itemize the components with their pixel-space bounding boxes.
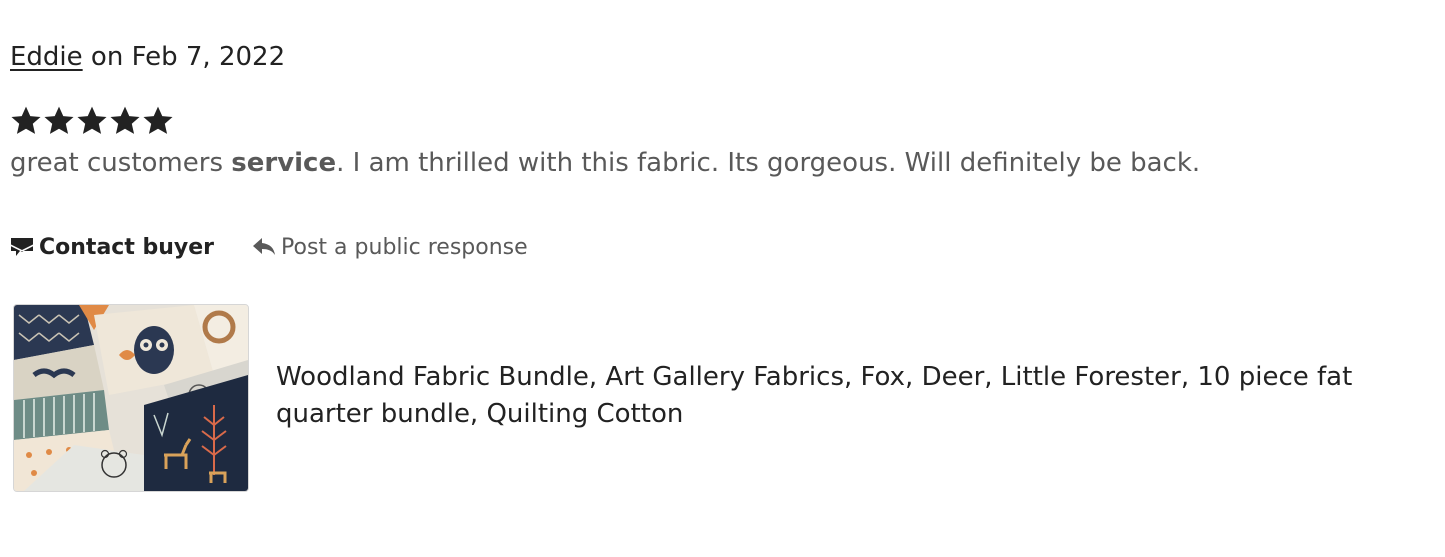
review-text-part: . I am thrilled with this fabric. Its go… xyxy=(336,148,1201,178)
contact-buyer-label: Contact buyer xyxy=(39,234,215,260)
fabric-bundle-image xyxy=(14,305,248,491)
reply-arrow-icon xyxy=(253,238,276,255)
listing-title[interactable]: Woodland Fabric Bundle, Art Gallery Fabr… xyxy=(276,359,1416,433)
review-actions: Contact buyer Post a public response xyxy=(10,231,528,263)
contact-buyer-button[interactable]: Contact buyer xyxy=(10,235,214,260)
star-icon xyxy=(110,106,140,134)
star-icon xyxy=(143,106,173,134)
star-rating xyxy=(10,104,174,140)
purchased-listing[interactable]: Woodland Fabric Bundle, Art Gallery Fabr… xyxy=(13,303,1433,493)
star-icon xyxy=(77,106,107,134)
review-text-highlight: service xyxy=(231,148,337,178)
review-date: on Feb 7, 2022 xyxy=(82,42,286,72)
star-icon xyxy=(11,106,41,134)
star-icon xyxy=(44,106,74,134)
post-public-response-button[interactable]: Post a public response xyxy=(252,235,528,260)
envelope-flag-icon xyxy=(11,238,33,256)
review-text: great customers service. I am thrilled w… xyxy=(10,146,1200,180)
reviewer-name-link[interactable]: Eddie xyxy=(10,42,83,72)
review-text-part: great customers xyxy=(10,148,232,178)
listing-thumbnail[interactable] xyxy=(13,304,249,492)
review-byline: Eddie on Feb 7, 2022 xyxy=(10,40,285,74)
post-public-response-label: Post a public response xyxy=(281,234,528,260)
